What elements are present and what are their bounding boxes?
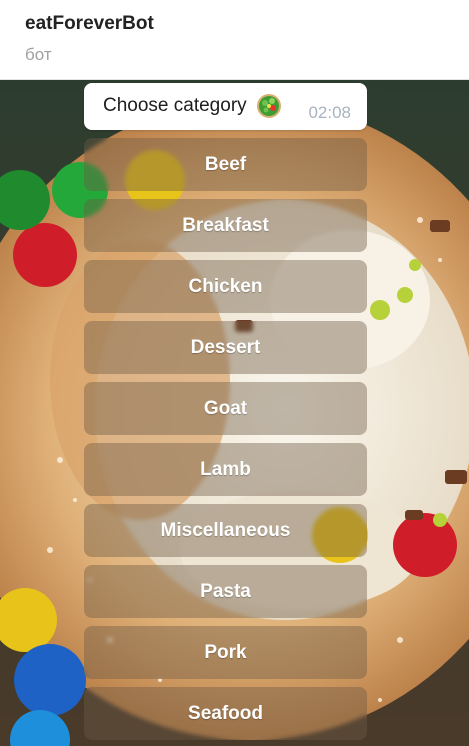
chat-title: eatForeverBot [25, 13, 154, 34]
category-button-breakfast[interactable]: Breakfast [84, 199, 367, 252]
category-button-pasta[interactable]: Pasta [84, 565, 367, 618]
category-button-miscellaneous[interactable]: Miscellaneous [84, 504, 367, 557]
message-time: 02:08 [308, 103, 351, 122]
message-text: Choose category [103, 95, 247, 116]
green-salad-icon [256, 93, 282, 119]
category-button-lamb[interactable]: Lamb [84, 443, 367, 496]
chat-window: eatForeverBot бот Choose category 02:08 … [0, 0, 469, 746]
category-button-pork[interactable]: Pork [84, 626, 367, 679]
category-button-beef[interactable]: Beef [84, 138, 367, 191]
category-button-chicken[interactable]: Chicken [84, 260, 367, 313]
bot-message: Choose category 02:08 [84, 83, 367, 130]
category-button-goat[interactable]: Goat [84, 382, 367, 435]
chat-header[interactable]: eatForeverBot бот [0, 0, 469, 80]
category-button-dessert[interactable]: Dessert [84, 321, 367, 374]
reply-keyboard: Beef Breakfast Chicken Dessert Goat Lamb… [84, 138, 367, 746]
category-button-seafood[interactable]: Seafood [84, 687, 367, 740]
chat-subtitle: бот [25, 45, 52, 64]
